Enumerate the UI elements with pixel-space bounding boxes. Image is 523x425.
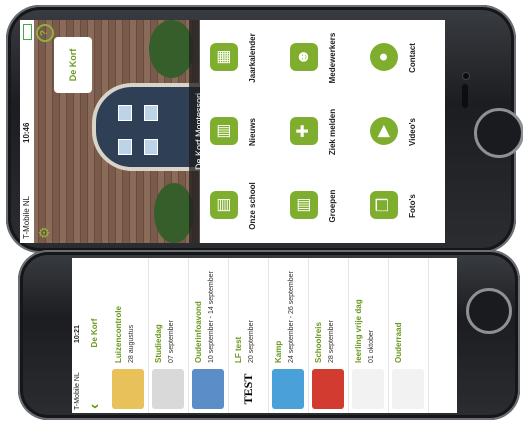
door-window: [144, 139, 158, 155]
menu-grid: ▤ Onze school ▥ Nieuws ▦ Jaarkalender ▥ …: [200, 20, 445, 243]
door-window: [118, 139, 132, 155]
event-date: 24 september - 26 september: [288, 271, 295, 363]
tile-label: Jaarkalender: [248, 33, 257, 83]
tile-label: Contact: [408, 43, 417, 73]
agenda-item[interactable]: Ouderraad: [388, 258, 429, 413]
tile-label: Groepen: [328, 189, 337, 223]
people-icon: ☻: [290, 43, 318, 71]
help-icon[interactable]: ?: [36, 24, 54, 42]
status-bar: T-Mobile NL 10:46: [20, 20, 34, 243]
photos-icon: ❐: [370, 191, 398, 219]
book-icon: ▥: [210, 117, 238, 145]
calendar-icon: ▦: [210, 43, 238, 71]
agenda-item[interactable]: leerling vrije dag 01 oktober: [348, 258, 389, 413]
door-window: [118, 105, 132, 121]
event-title: Schoolreis: [314, 322, 323, 363]
agenda-item[interactable]: Luizencontrole 28 augustus: [108, 258, 149, 413]
board-icon: ▤: [210, 191, 238, 219]
event-title: leerling vrije dag: [354, 299, 363, 363]
agenda-screen: T-Mobile NL 10:21 ‹ De Korf Luizencontro…: [72, 258, 457, 413]
event-title: Studiedag: [154, 324, 163, 363]
school-logo: De Korf: [90, 318, 99, 348]
event-thumbnail: [192, 369, 224, 409]
event-thumbnail: [272, 369, 304, 409]
agenda-item[interactable]: Ouderinfoavond 10 september - 14 septemb…: [188, 258, 229, 413]
tile-label: Nieuws: [248, 118, 257, 147]
tile-label: Foto's: [408, 194, 417, 218]
play-icon: ▶: [370, 117, 398, 145]
event-title: Ouderinfoavond: [194, 301, 203, 363]
event-thumbnail: [392, 369, 424, 409]
tile-groepen[interactable]: ▥ Groepen: [280, 169, 360, 243]
event-date: 20 september: [248, 320, 255, 363]
status-bar: T-Mobile NL 10:21: [72, 258, 84, 413]
event-thumbnail: [152, 369, 184, 409]
screen-top: T-Mobile NL 10:46 De Korf De Korf Montes…: [20, 20, 445, 243]
tile-label: Onze school: [248, 182, 257, 230]
tile-label: Ziek melden: [328, 108, 337, 156]
agenda-item[interactable]: Studiedag 07 september: [148, 258, 189, 413]
time-label: 10:21: [74, 325, 81, 343]
tile-ziek-melden[interactable]: ✚ Ziek melden: [280, 95, 360, 169]
door-window: [144, 105, 158, 121]
event-title: LF test: [234, 336, 243, 363]
event-title: Ouderraad: [394, 322, 403, 363]
agenda-item[interactable]: Kamp 24 september - 26 september: [268, 258, 309, 413]
chat-icon: ●: [370, 43, 398, 71]
home-button[interactable]: [474, 108, 523, 158]
event-date: 10 september - 14 september: [208, 271, 215, 363]
carrier-label: T-Mobile NL: [22, 195, 31, 239]
book-icon: ▥: [290, 191, 318, 219]
battery-icon: [23, 24, 32, 40]
agenda-item[interactable]: TEST LF test 20 september: [228, 258, 269, 413]
home-button[interactable]: [466, 288, 512, 334]
screen-bottom: T-Mobile NL 10:21 ‹ De Korf Luizencontro…: [72, 258, 457, 413]
settings-gear-icon[interactable]: ⚙: [36, 226, 53, 239]
event-thumbnail: [352, 369, 384, 409]
tile-contact[interactable]: ● Contact: [360, 21, 440, 95]
agenda-header: ‹ De Korf: [84, 258, 106, 413]
event-date: 07 september: [168, 320, 175, 363]
tile-onze-school[interactable]: ▤ Onze school: [200, 169, 280, 243]
app-home-screen: T-Mobile NL 10:46 De Korf De Korf Montes…: [20, 20, 445, 243]
event-title: Luizencontrole: [114, 306, 123, 363]
tile-fotos[interactable]: ❐ Foto's: [360, 169, 440, 243]
event-thumbnail: [112, 369, 144, 409]
back-chevron-icon[interactable]: ‹: [86, 404, 104, 409]
event-thumbnail: [312, 369, 344, 409]
event-title: Kamp: [274, 340, 283, 363]
event-date: 01 oktober: [368, 329, 375, 363]
bush: [149, 20, 194, 78]
front-camera: [462, 72, 470, 80]
time-label: 10:46: [22, 122, 31, 143]
agenda-item[interactable]: Schoolreis 28 september: [308, 258, 349, 413]
tile-medewerkers[interactable]: ☻ Medewerkers: [280, 21, 360, 95]
tile-nieuws[interactable]: ▥ Nieuws: [200, 95, 280, 169]
tile-videos[interactable]: ▶ Video's: [360, 95, 440, 169]
event-date: 28 augustus: [128, 324, 135, 363]
event-thumbnail: TEST: [232, 369, 264, 409]
event-date: 28 september: [328, 320, 335, 363]
tile-label: Video's: [408, 118, 417, 146]
earpiece: [462, 84, 468, 108]
tile-jaarkalender[interactable]: ▦ Jaarkalender: [200, 21, 280, 95]
medical-icon: ✚: [290, 117, 318, 145]
school-photo: De Korf De Korf Montessori: [34, 20, 210, 243]
school-logo: De Korf: [54, 37, 92, 93]
carrier-label: T-Mobile NL: [74, 372, 81, 410]
bush: [154, 183, 194, 243]
tile-label: Medewerkers: [328, 32, 337, 84]
